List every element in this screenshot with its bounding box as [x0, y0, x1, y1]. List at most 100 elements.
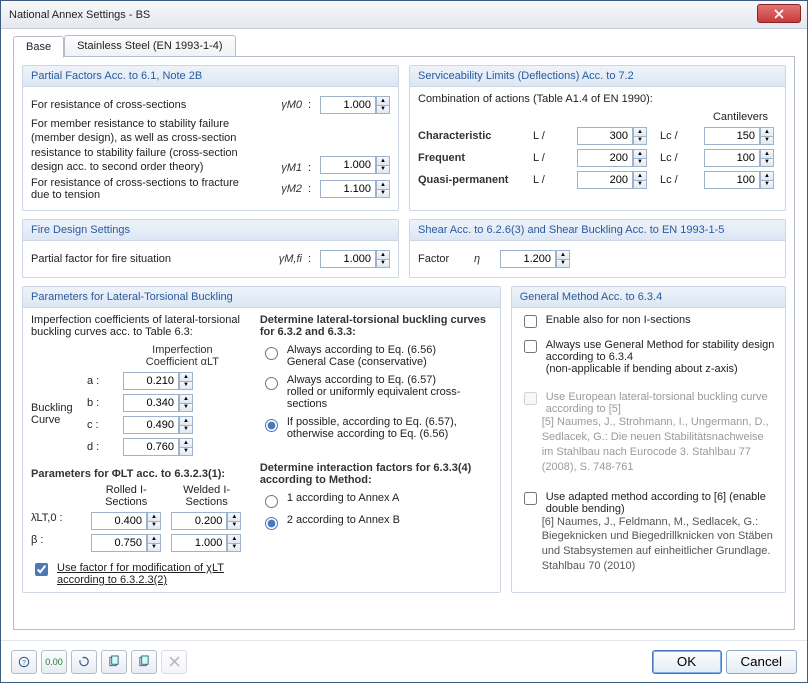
spin-up[interactable]: ▲ [376, 180, 390, 189]
label: Combination of actions (Table A1.4 of EN… [418, 93, 777, 105]
input-alpha-d[interactable]: ▲▼ [123, 438, 242, 456]
spin-down[interactable]: ▼ [227, 543, 241, 552]
label: For resistance of cross-sections [31, 99, 256, 111]
input-alpha-a[interactable]: ▲▼ [123, 372, 242, 390]
symbol-gm1: γM1 [262, 162, 302, 174]
spin-down[interactable]: ▼ [227, 521, 241, 530]
dialog-window: National Annex Settings - BS Base Stainl… [0, 0, 808, 683]
input-char-l[interactable]: ▲▼ [577, 127, 650, 145]
radio-if-possible[interactable] [265, 419, 278, 432]
input-alpha-b[interactable]: ▲▼ [123, 394, 242, 412]
input-beta-rolled[interactable]: ▲▼ [91, 534, 161, 552]
group-serviceability: Serviceability Limits (Deflections) Acc.… [409, 65, 786, 211]
checkbox-non-i[interactable] [524, 315, 537, 328]
spin-up[interactable]: ▲ [376, 250, 390, 259]
input-eta[interactable]: ▲▼ [500, 250, 570, 268]
radio-eq657[interactable] [265, 377, 278, 390]
spin-down[interactable]: ▼ [376, 165, 390, 174]
radio-annex-a[interactable] [265, 495, 278, 508]
spin-down[interactable]: ▼ [179, 425, 193, 434]
input-freq-lc[interactable]: ▲▼ [704, 149, 777, 167]
radio-annex-b[interactable] [265, 517, 278, 530]
spin-down[interactable]: ▼ [179, 381, 193, 390]
input-quasi-l[interactable]: ▲▼ [577, 171, 650, 189]
close-button[interactable] [757, 4, 801, 23]
spin-down[interactable]: ▼ [760, 180, 774, 189]
spin-up[interactable]: ▲ [179, 394, 193, 403]
spin-up[interactable]: ▲ [760, 127, 774, 136]
spin-down[interactable]: ▼ [147, 543, 161, 552]
label: Factor [418, 253, 468, 265]
template-button-1[interactable] [101, 650, 127, 674]
spin-up[interactable]: ▲ [227, 534, 241, 543]
help-icon: ? [18, 655, 30, 669]
spin-down[interactable]: ▼ [376, 259, 390, 268]
spin-up[interactable]: ▲ [147, 534, 161, 543]
tab-base[interactable]: Base [13, 36, 64, 58]
spin-up[interactable]: ▲ [760, 171, 774, 180]
spin-down[interactable]: ▼ [376, 105, 390, 114]
titlebar: National Annex Settings - BS [1, 1, 807, 29]
group-general-method: General Method Acc. to 6.3.4 Enable also… [511, 286, 786, 593]
spin-up[interactable]: ▲ [760, 149, 774, 158]
checkbox-adapted[interactable] [524, 492, 537, 505]
label-Lc: Lc / [660, 152, 694, 164]
input-quasi-lc[interactable]: ▲▼ [704, 171, 777, 189]
button-bar: ? 0.00 OK Cancel [1, 640, 807, 682]
label-a: a : [87, 375, 117, 387]
spin-up[interactable]: ▲ [376, 156, 390, 165]
spin-down[interactable]: ▼ [760, 158, 774, 167]
spin-up[interactable]: ▲ [179, 372, 193, 381]
input-lambda-welded[interactable]: ▲▼ [171, 512, 241, 530]
spin-down[interactable]: ▼ [760, 136, 774, 145]
spin-up[interactable]: ▲ [227, 512, 241, 521]
input-gm0[interactable]: ▲▼ [320, 96, 390, 114]
spin-down[interactable]: ▼ [147, 521, 161, 530]
spin-up[interactable]: ▲ [376, 96, 390, 105]
close-icon [774, 9, 784, 19]
spin-down[interactable]: ▼ [633, 158, 647, 167]
spin-down[interactable]: ▼ [179, 403, 193, 412]
spin-down[interactable]: ▼ [633, 180, 647, 189]
input-char-lc[interactable]: ▲▼ [704, 127, 777, 145]
input-gm1[interactable]: ▲▼ [320, 156, 390, 174]
cancel-button[interactable]: Cancel [726, 650, 798, 674]
units-button[interactable]: 0.00 [41, 650, 67, 674]
template-button-2[interactable] [131, 650, 157, 674]
spin-up[interactable]: ▲ [179, 416, 193, 425]
dialog-body: Base Stainless Steel (EN 1993-1-4) Parti… [1, 29, 807, 640]
spin-up[interactable]: ▲ [633, 127, 647, 136]
spin-up[interactable]: ▲ [556, 250, 570, 259]
input-gmfi[interactable]: ▲▼ [320, 250, 390, 268]
input-beta-welded[interactable]: ▲▼ [171, 534, 241, 552]
input-alpha-c[interactable]: ▲▼ [123, 416, 242, 434]
spin-down[interactable]: ▼ [179, 447, 193, 456]
radio-eq656[interactable] [265, 347, 278, 360]
spin-down[interactable]: ▼ [633, 136, 647, 145]
label-Lc: Lc / [660, 174, 694, 186]
header-cantilevers: Cantilevers [704, 111, 777, 123]
spin-up[interactable]: ▲ [633, 149, 647, 158]
input-freq-l[interactable]: ▲▼ [577, 149, 650, 167]
radio-label: Always according to Eq. (6.56)General Ca… [287, 344, 436, 368]
spin-up[interactable]: ▲ [179, 438, 193, 447]
ok-button[interactable]: OK [652, 650, 722, 674]
checkbox-always-gm[interactable] [524, 340, 537, 353]
window-title: National Annex Settings - BS [9, 9, 150, 21]
help-button[interactable]: ? [11, 650, 37, 674]
spin-down[interactable]: ▼ [556, 259, 570, 268]
header-rolled: Rolled I-Sections [91, 484, 161, 508]
spin-up[interactable]: ▲ [147, 512, 161, 521]
group-header: Fire Design Settings [23, 220, 398, 241]
group-header: Parameters for Lateral-Torsional Bucklin… [23, 287, 500, 308]
spin-down[interactable]: ▼ [376, 189, 390, 198]
label-determine-curves: Determine lateral-torsional buckling cur… [260, 314, 492, 338]
input-gm2[interactable]: ▲▼ [320, 180, 390, 198]
tab-stainless[interactable]: Stainless Steel (EN 1993-1-4) [64, 35, 236, 57]
input-lambda-rolled[interactable]: ▲▼ [91, 512, 161, 530]
symbol-gm2: γM2 [262, 183, 302, 195]
spin-up[interactable]: ▲ [633, 171, 647, 180]
radio-label: 1 according to Annex A [287, 492, 400, 504]
refresh-button[interactable] [71, 650, 97, 674]
checkbox-use-f[interactable] [35, 563, 48, 576]
